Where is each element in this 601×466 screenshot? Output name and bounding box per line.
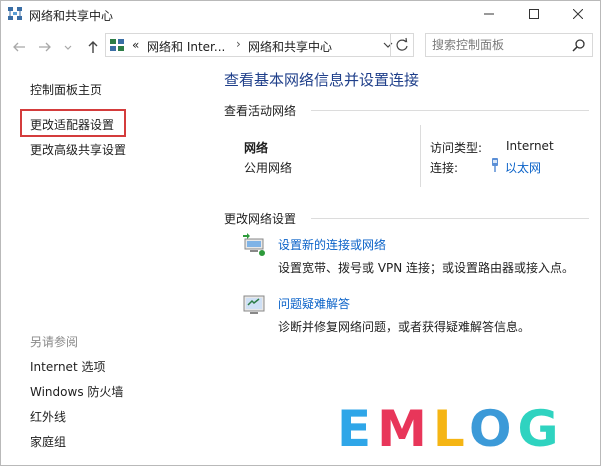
breadcrumb-network-center[interactable]: 网络和共享中心 — [248, 38, 332, 55]
maximize-button[interactable] — [511, 1, 556, 28]
search-input[interactable] — [432, 37, 562, 53]
network-type: 公用网络 — [244, 161, 293, 175]
search-box[interactable] — [425, 33, 593, 57]
recent-locations-button[interactable] — [63, 39, 75, 55]
up-button[interactable] — [85, 39, 103, 55]
new-connection-icon — [241, 233, 267, 260]
vertical-divider — [420, 125, 421, 187]
control-panel-icon — [110, 38, 126, 52]
see-also-header: 另请参阅 — [30, 335, 79, 349]
ethernet-connection-link[interactable]: 以太网 — [505, 159, 541, 176]
close-icon — [572, 8, 583, 20]
section-divider — [311, 218, 589, 219]
window-title: 网络和共享中心 — [29, 9, 114, 23]
link-infrared[interactable]: 红外线 — [30, 408, 66, 425]
back-arrow-icon — [13, 42, 25, 52]
refresh-button[interactable] — [390, 34, 413, 56]
setup-new-connection-link[interactable]: 设置新的连接或网络 — [278, 236, 386, 253]
close-button[interactable] — [555, 1, 600, 28]
watermark: EMLOG — [309, 391, 600, 465]
network-name: 网络 — [244, 141, 269, 155]
watermark-letter: M — [377, 400, 433, 458]
link-control-panel-home[interactable]: 控制面板主页 — [30, 81, 102, 98]
ethernet-icon — [490, 157, 500, 176]
troubleshoot-icon — [242, 293, 266, 320]
section-divider — [311, 110, 589, 111]
setup-new-connection-desc: 设置宽带、拨号或 VPN 连接；或设置路由器或接入点。 — [278, 261, 575, 275]
search-icon[interactable] — [572, 38, 586, 55]
watermark-letter: E — [337, 400, 378, 458]
title-bar: 网络和共享中心 — [1, 1, 600, 28]
chevron-down-icon — [64, 45, 72, 50]
back-button[interactable] — [11, 39, 29, 55]
forward-arrow-icon — [39, 42, 51, 52]
watermark-letter: L — [432, 400, 469, 458]
link-internet-options[interactable]: Internet 选项 — [30, 358, 105, 375]
access-type-value: Internet — [506, 139, 554, 153]
breadcrumb-separator[interactable]: › — [236, 37, 241, 51]
watermark-letter: O — [469, 400, 518, 458]
troubleshoot-link[interactable]: 问题疑难解答 — [278, 295, 350, 312]
up-arrow-icon — [88, 41, 98, 53]
active-networks-header: 查看活动网络 — [224, 104, 297, 118]
connections-label: 连接: — [430, 161, 459, 175]
network-center-icon — [8, 7, 22, 21]
maximize-icon — [528, 9, 539, 19]
troubleshoot-desc: 诊断并修复网络问题，或者获得疑难解答信息。 — [278, 320, 531, 334]
link-windows-firewall[interactable]: Windows 防火墙 — [30, 383, 123, 400]
refresh-icon — [396, 37, 408, 51]
link-change-advanced-sharing[interactable]: 更改高级共享设置 — [30, 141, 126, 158]
watermark-letter: G — [517, 400, 565, 458]
breadcrumb-prefix[interactable]: « — [132, 38, 139, 52]
access-type-label: 访问类型: — [430, 141, 483, 155]
window: 网络和共享中心 « 网络和 Inter... › 网络和共享中心 搜索控制面板 … — [0, 0, 601, 466]
link-change-adapter-settings[interactable]: 更改适配器设置 — [30, 116, 114, 133]
breadcrumb-network-internet[interactable]: 网络和 Inter... — [147, 38, 225, 55]
forward-button[interactable] — [37, 39, 55, 55]
page-title: 查看基本网络信息并设置连接 — [224, 71, 420, 89]
link-homegroup[interactable]: 家庭组 — [30, 433, 66, 450]
address-bar[interactable]: « 网络和 Inter... › 网络和共享中心 — [105, 33, 414, 57]
minimize-icon — [483, 13, 494, 15]
change-settings-header: 更改网络设置 — [224, 212, 297, 226]
minimize-button[interactable] — [466, 1, 511, 28]
watermark-logo: EMLOG — [337, 399, 565, 459]
